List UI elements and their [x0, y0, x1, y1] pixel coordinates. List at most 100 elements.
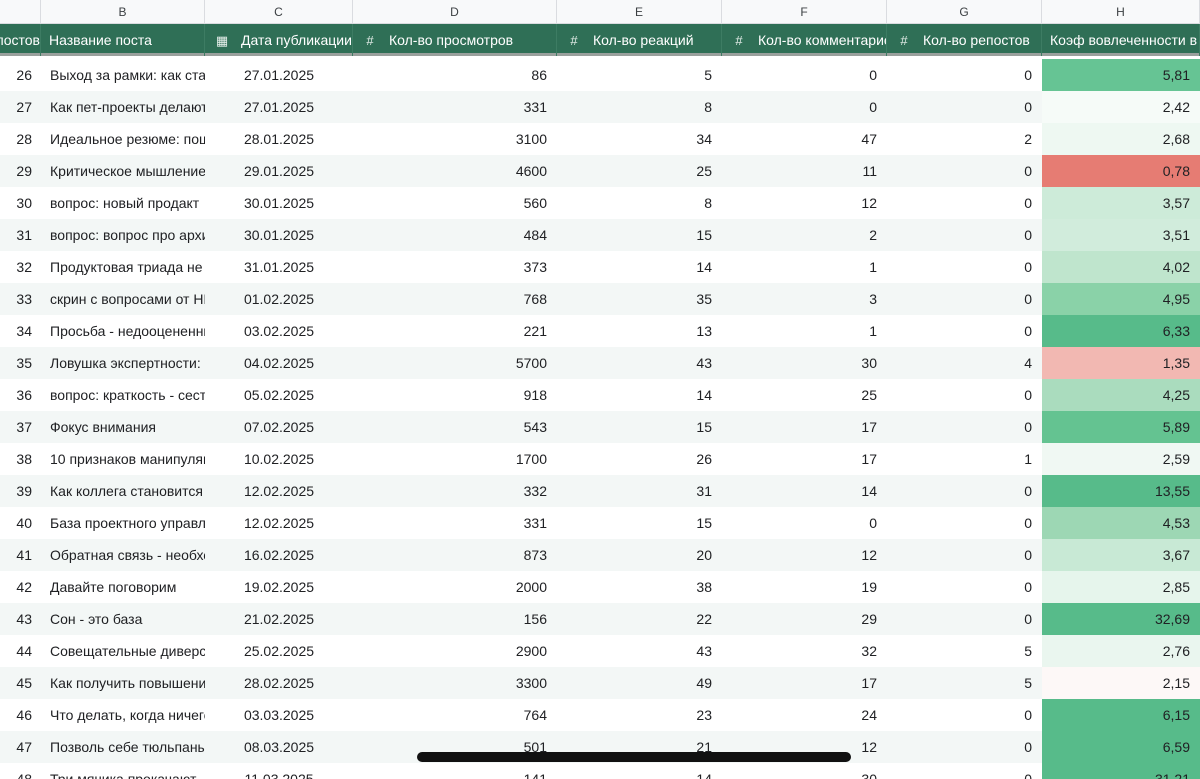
cell-engagement-rate[interactable]: 3,57	[1042, 187, 1200, 219]
cell-engagement-rate[interactable]: 4,02	[1042, 251, 1200, 283]
cell-publish-date[interactable]: 25.02.2025	[205, 635, 353, 667]
cell-post-title[interactable]: Продуктовая триада не	[41, 251, 205, 283]
cell-engagement-rate[interactable]: 3,51	[1042, 219, 1200, 251]
header-comments[interactable]: # Кол-во комментариев	[722, 24, 887, 56]
table-row[interactable]: 45 Как получить повышение 28.02.2025 3300 49…	[0, 667, 1200, 699]
cell-publish-date[interactable]: 10.02.2025	[205, 443, 353, 475]
cell-views[interactable]: 768	[353, 283, 557, 315]
cell-reactions[interactable]: 14	[557, 251, 722, 283]
cell-engagement-rate[interactable]: 2,76	[1042, 635, 1200, 667]
table-row[interactable]: 27 Как пет-проекты делают 27.01.2025 331 8 0 0…	[0, 91, 1200, 123]
column-letter-a[interactable]	[0, 0, 41, 24]
cell-reactions[interactable]: 26	[557, 443, 722, 475]
cell-reposts[interactable]: 0	[887, 699, 1042, 731]
table-row[interactable]: 44 Совещательные диверсии 25.02.2025 2900 43…	[0, 635, 1200, 667]
cell-engagement-rate[interactable]: 2,15	[1042, 667, 1200, 699]
cell-reactions[interactable]: 49	[557, 667, 722, 699]
cell-reposts[interactable]: 0	[887, 411, 1042, 443]
cell-row-number[interactable]: 29	[0, 155, 41, 187]
cell-comments[interactable]: 24	[722, 699, 887, 731]
cell-views[interactable]: 560	[353, 187, 557, 219]
cell-reactions[interactable]: 35	[557, 283, 722, 315]
cell-publish-date[interactable]: 05.02.2025	[205, 379, 353, 411]
cell-publish-date[interactable]: 16.02.2025	[205, 539, 353, 571]
table-row[interactable]: 3810 признаков манипуляции10.02.20251700…	[0, 443, 1200, 475]
cell-engagement-rate[interactable]: 5,89	[1042, 411, 1200, 443]
cell-publish-date[interactable]: 08.03.2025	[205, 731, 353, 763]
cell-views[interactable]: 86	[353, 59, 557, 91]
table-row[interactable]: 34 Просьба - недооцененный 03.02.2025 221 13…	[0, 315, 1200, 347]
cell-publish-date[interactable]: 11.03.2025	[205, 763, 353, 779]
cell-reactions[interactable]: 15	[557, 507, 722, 539]
cell-comments[interactable]: 12	[722, 539, 887, 571]
cell-comments[interactable]: 1	[722, 315, 887, 347]
cell-reactions[interactable]: 15	[557, 219, 722, 251]
cell-post-title[interactable]: вопрос: краткость - сестра	[41, 379, 205, 411]
cell-reactions[interactable]: 20	[557, 539, 722, 571]
cell-reposts[interactable]: 0	[887, 283, 1042, 315]
cell-views[interactable]: 4600	[353, 155, 557, 187]
cell-post-title[interactable]: База проектного управления	[41, 507, 205, 539]
table-row[interactable]: 29 Критическое мышление 29.01.2025 4600 25 11…	[0, 155, 1200, 187]
cell-engagement-rate[interactable]: 6,59	[1042, 731, 1200, 763]
cell-views[interactable]: 1700	[353, 443, 557, 475]
cell-views[interactable]: 2900	[353, 635, 557, 667]
table-row[interactable]: 26 Выход за рамки: как стать 27.01.2025 86 5…	[0, 59, 1200, 91]
cell-engagement-rate[interactable]: 2,68	[1042, 123, 1200, 155]
cell-reposts[interactable]: 0	[887, 539, 1042, 571]
header-post-title[interactable]: Название поста	[41, 24, 205, 56]
cell-row-number[interactable]: 36	[0, 379, 41, 411]
table-row[interactable]: 31вопрос: вопрос про архитектуру30.01.20…	[0, 219, 1200, 251]
cell-engagement-rate[interactable]: 4,95	[1042, 283, 1200, 315]
cell-post-title[interactable]: Как коллега становится другом	[41, 475, 205, 507]
cell-post-title[interactable]: Три мячика прокачают	[41, 763, 205, 779]
header-reactions[interactable]: # Кол-во реакций	[557, 24, 722, 56]
cell-reactions[interactable]: 25	[557, 155, 722, 187]
cell-engagement-rate[interactable]: 32,69	[1042, 603, 1200, 635]
column-letter-e[interactable]: E	[557, 0, 722, 24]
table-row[interactable]: 33 скрин с вопросами от HR 01.02.2025 768 35…	[0, 283, 1200, 315]
cell-reposts[interactable]: 5	[887, 635, 1042, 667]
cell-post-title[interactable]: скрин с вопросами от HR	[41, 283, 205, 315]
cell-reactions[interactable]: 23	[557, 699, 722, 731]
cell-comments[interactable]: 14	[722, 475, 887, 507]
table-row[interactable]: 40База проектного управления12.02.202533…	[0, 507, 1200, 539]
cell-engagement-rate[interactable]: 4,53	[1042, 507, 1200, 539]
cell-row-number[interactable]: 33	[0, 283, 41, 315]
cell-row-number[interactable]: 27	[0, 91, 41, 123]
cell-reposts[interactable]: 0	[887, 603, 1042, 635]
cell-reactions[interactable]: 13	[557, 315, 722, 347]
cell-row-number[interactable]: 39	[0, 475, 41, 507]
cell-post-title[interactable]: Критическое мышление	[41, 155, 205, 187]
cell-publish-date[interactable]: 27.01.2025	[205, 59, 353, 91]
cell-views[interactable]: 331	[353, 507, 557, 539]
cell-reactions[interactable]: 14	[557, 763, 722, 779]
cell-row-number[interactable]: 35	[0, 347, 41, 379]
table-row[interactable]: 46 Что делать, когда ничего 03.03.2025 764 2…	[0, 699, 1200, 731]
cell-post-title[interactable]: Просьба - недооцененный	[41, 315, 205, 347]
cell-publish-date[interactable]: 19.02.2025	[205, 571, 353, 603]
cell-reactions[interactable]: 15	[557, 411, 722, 443]
cell-post-title[interactable]: Позволь себе тюльпаны	[41, 731, 205, 763]
cell-views[interactable]: 156	[353, 603, 557, 635]
cell-row-number[interactable]: 40	[0, 507, 41, 539]
cell-reactions[interactable]: 34	[557, 123, 722, 155]
cell-engagement-rate[interactable]: 5,81	[1042, 59, 1200, 91]
cell-engagement-rate[interactable]: 13,55	[1042, 475, 1200, 507]
cell-reposts[interactable]: 0	[887, 219, 1042, 251]
cell-reposts[interactable]: 0	[887, 475, 1042, 507]
cell-views[interactable]: 484	[353, 219, 557, 251]
cell-row-number[interactable]: 44	[0, 635, 41, 667]
header-engagement-rate[interactable]: Коэф вовлеченности в %	[1042, 24, 1200, 56]
cell-post-title[interactable]: Ловушка экспертности:	[41, 347, 205, 379]
cell-row-number[interactable]: 45	[0, 667, 41, 699]
cell-reactions[interactable]: 43	[557, 635, 722, 667]
cell-engagement-rate[interactable]: 31,21	[1042, 763, 1200, 779]
cell-comments[interactable]: 2	[722, 219, 887, 251]
cell-post-title[interactable]: Совещательные диверсии	[41, 635, 205, 667]
cell-views[interactable]: 2000	[353, 571, 557, 603]
cell-reposts[interactable]: 0	[887, 315, 1042, 347]
cell-comments[interactable]: 17	[722, 411, 887, 443]
column-letter-h[interactable]: H	[1042, 0, 1200, 24]
cell-post-title[interactable]: 10 признаков манипуляции	[41, 443, 205, 475]
